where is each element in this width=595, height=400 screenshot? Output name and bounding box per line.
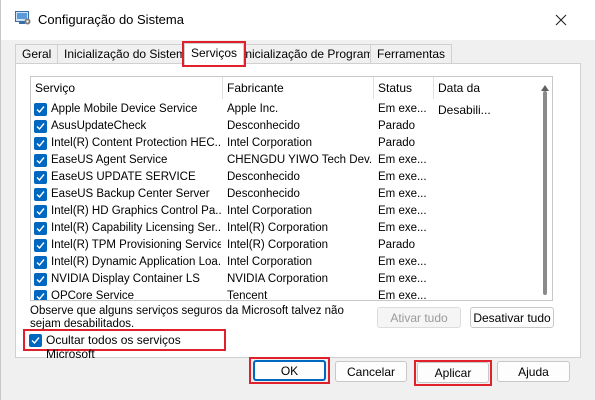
apply-button[interactable]: Aplicar: [417, 362, 489, 383]
service-name: AsusUpdateCheck: [51, 120, 147, 132]
tab-inicializacao-sistema[interactable]: Inicialização do Sistema: [57, 44, 200, 64]
system-config-window: Configuração do Sistema Geral Inicializa…: [0, 0, 595, 400]
service-status: Em exe...: [378, 222, 427, 234]
service-manufacturer: Intel Corporation: [227, 205, 313, 217]
service-status: Em exe...: [378, 256, 427, 268]
table-row[interactable]: Intel(R) HD Graphics Control Pa... Intel…: [31, 203, 552, 220]
service-status: Em exe...: [378, 273, 427, 285]
service-name: Intel(R) TPM Provisioning Service: [51, 239, 221, 251]
service-manufacturer: Desconhecido: [227, 120, 300, 132]
table-row[interactable]: EaseUS Agent Service CHENGDU YIWO Tech D…: [31, 152, 552, 169]
service-name: Intel(R) Content Protection HEC...: [51, 137, 221, 149]
tab-ferramentas[interactable]: Ferramentas: [370, 44, 453, 64]
table-row[interactable]: Intel(R) Dynamic Application Loa... Inte…: [31, 254, 552, 271]
service-name: OPCore Service: [51, 290, 135, 301]
scroll-thumb[interactable]: [543, 91, 547, 295]
cancel-button[interactable]: Cancelar: [335, 361, 407, 382]
service-status: Parado: [378, 120, 416, 132]
service-checkbox[interactable]: [34, 290, 47, 300]
table-row[interactable]: OPCore Service Tencent Em exe...: [31, 288, 552, 301]
service-status: Em exe...: [378, 205, 427, 217]
services-list: Serviço Fabricante Status Data da Desabi…: [30, 76, 553, 301]
column-header-manufacturer[interactable]: Fabricante: [223, 77, 374, 99]
table-row[interactable]: AsusUpdateCheck Desconhecido Parado: [31, 118, 552, 135]
service-status: Parado: [378, 239, 416, 251]
service-checkbox[interactable]: [34, 188, 47, 201]
service-status: Em exe...: [378, 103, 427, 115]
service-status: Em exe...: [378, 171, 427, 183]
service-name: EaseUS UPDATE SERVICE: [51, 171, 196, 183]
service-status: Em exe...: [378, 290, 427, 301]
table-row[interactable]: EaseUS UPDATE SERVICE Desconhecido Em ex…: [31, 169, 552, 186]
close-icon: [555, 14, 567, 26]
service-checkbox[interactable]: [34, 205, 47, 218]
table-row[interactable]: Apple Mobile Device Service Apple Inc. E…: [31, 101, 552, 118]
service-manufacturer: Intel Corporation: [227, 256, 313, 268]
vertical-scrollbar[interactable]: [538, 77, 552, 300]
service-name: EaseUS Backup Center Server: [51, 188, 210, 200]
help-button[interactable]: Ajuda: [497, 361, 570, 382]
disable-all-button[interactable]: Desativar tudo: [470, 307, 554, 328]
service-checkbox[interactable]: [34, 256, 47, 269]
table-row[interactable]: Intel(R) Content Protection HEC... Intel…: [31, 135, 552, 152]
hide-ms-checkbox[interactable]: [29, 334, 42, 347]
hide-microsoft-services-checkbox[interactable]: Ocultar todos os serviços Microsoft: [23, 329, 226, 361]
service-manufacturer: Desconhecido: [227, 188, 300, 200]
table-row[interactable]: EaseUS Backup Center Server Desconhecido…: [31, 186, 552, 203]
system-config-icon: [15, 11, 31, 25]
hide-ms-label: Ocultar todos os serviços Microsoft: [46, 333, 181, 361]
service-name: Intel(R) Dynamic Application Loa...: [51, 256, 221, 268]
microsoft-services-note: Observe que alguns serviços seguros da M…: [30, 305, 344, 330]
service-status: Em exe...: [378, 188, 427, 200]
service-status: Parado: [378, 137, 416, 149]
service-checkbox[interactable]: [34, 171, 47, 184]
service-manufacturer: Tencent: [227, 290, 268, 301]
service-checkbox[interactable]: [34, 103, 47, 116]
list-header: Serviço Fabricante Status Data da Desabi…: [31, 77, 552, 117]
service-name: Intel(R) Capability Licensing Ser...: [51, 222, 221, 234]
service-name: Apple Mobile Device Service: [51, 103, 198, 115]
service-manufacturer: Intel Corporation: [227, 137, 313, 149]
service-checkbox[interactable]: [34, 154, 47, 167]
column-header-disable-date[interactable]: Data da Desabili...: [434, 77, 534, 117]
service-checkbox[interactable]: [34, 273, 47, 286]
tab-servicos[interactable]: Serviços: [181, 41, 247, 67]
service-checkbox[interactable]: [34, 137, 47, 150]
table-row[interactable]: Intel(R) Capability Licensing Ser... Int…: [31, 220, 552, 237]
window-title: Configuração do Sistema: [38, 12, 184, 27]
service-status: Em exe...: [378, 154, 427, 166]
ok-button[interactable]: OK: [253, 360, 326, 381]
service-checkbox[interactable]: [34, 239, 47, 252]
service-manufacturer: Intel(R) Corporation: [227, 239, 328, 251]
service-manufacturer: Desconhecido: [227, 171, 300, 183]
service-checkbox[interactable]: [34, 120, 47, 133]
close-button[interactable]: [549, 8, 573, 32]
column-header-status[interactable]: Status: [374, 77, 434, 99]
column-header-service[interactable]: Serviço: [31, 77, 223, 99]
service-name: NVIDIA Display Container LS: [51, 273, 200, 285]
service-manufacturer: NVIDIA Corporation: [227, 273, 328, 285]
rows: Apple Mobile Device Service Apple Inc. E…: [31, 101, 552, 301]
service-name: Intel(R) HD Graphics Control Pa...: [51, 205, 221, 217]
service-manufacturer: Intel(R) Corporation: [227, 222, 328, 234]
tab-geral[interactable]: Geral: [15, 44, 59, 64]
enable-all-button[interactable]: Ativar tudo: [377, 307, 461, 328]
tab-strip: Geral Inicialização do Sistema Serviços …: [15, 41, 581, 67]
service-checkbox[interactable]: [34, 222, 47, 235]
title-bar: Configuração do Sistema: [1, 0, 595, 40]
table-row[interactable]: NVIDIA Display Container LS NVIDIA Corpo…: [31, 271, 552, 288]
table-row[interactable]: Intel(R) TPM Provisioning Service Intel(…: [31, 237, 552, 254]
service-manufacturer: CHENGDU YIWO Tech Dev...: [227, 154, 371, 166]
service-name: EaseUS Agent Service: [51, 154, 168, 166]
service-manufacturer: Apple Inc.: [227, 103, 279, 115]
